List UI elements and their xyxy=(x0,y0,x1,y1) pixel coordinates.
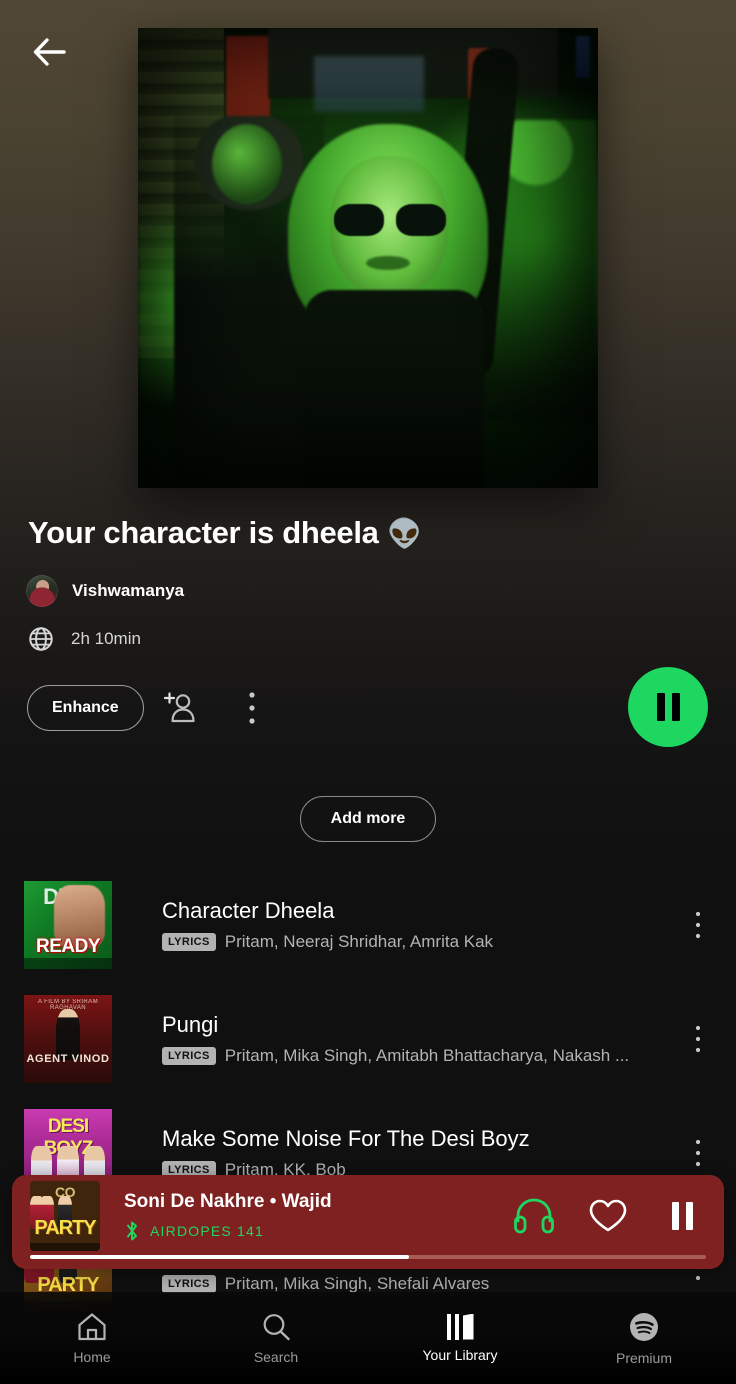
lyrics-badge: LYRICS xyxy=(162,1275,216,1294)
home-icon xyxy=(78,1312,106,1340)
playlist-meta-row: 2h 10min xyxy=(27,625,141,653)
now-playing-device[interactable]: AIRDOPES 141 xyxy=(124,1220,498,1242)
nav-label: Your Library xyxy=(422,1346,498,1363)
bluetooth-icon xyxy=(127,1221,137,1240)
nav-label: Premium xyxy=(615,1349,672,1366)
pause-icon-bar-left xyxy=(656,693,665,721)
owner-name: Vishwamanya xyxy=(72,581,185,600)
now-playing-text: Soni De Nakhre • Wajid AIRDOPES 141 xyxy=(124,1191,498,1242)
track-more-button[interactable] xyxy=(678,1123,718,1183)
add-more-row: Add more xyxy=(0,796,736,842)
device-name: AIRDOPES 141 xyxy=(150,1222,264,1239)
track-title: Pungi xyxy=(162,1011,219,1037)
track-more-button[interactable] xyxy=(678,895,718,955)
playlist-cover-art xyxy=(138,28,598,488)
headphones-icon xyxy=(514,1198,554,1234)
track-album-art: DIKA READY xyxy=(24,881,112,969)
track-subtitle: LYRICS Pritam, Mika Singh, Amitabh Bhatt… xyxy=(162,1046,678,1066)
track-title: Make Some Noise For The Desi Boyz xyxy=(162,1125,530,1151)
more-options-icon xyxy=(695,1139,701,1167)
owner-avatar xyxy=(26,575,58,607)
add-more-button[interactable]: Add more xyxy=(299,796,437,842)
track-artists: Pritam, Mika Singh, Amitabh Bhattacharya… xyxy=(224,1046,630,1066)
playlist-more-button[interactable] xyxy=(216,681,288,735)
spotify-logo-icon xyxy=(630,1312,658,1341)
album-art-bottom-text: READY xyxy=(35,936,101,958)
track-info: Pungi LYRICS Pritam, Mika Singh, Amitabh… xyxy=(162,1012,678,1066)
add-people-button[interactable] xyxy=(144,681,216,735)
connect-device-button[interactable] xyxy=(512,1194,556,1238)
track-album-art: A FILM BY SRIRAM RAGHAVAN AGENT VINOD xyxy=(24,995,112,1083)
enhance-button[interactable]: Enhance xyxy=(27,685,144,731)
like-button[interactable] xyxy=(586,1194,630,1238)
library-icon xyxy=(446,1313,474,1340)
now-playing-controls xyxy=(512,1194,704,1238)
playlist-duration: 2h 10min xyxy=(71,629,141,648)
nav-item-premium[interactable]: Premium xyxy=(552,1292,736,1384)
spotify-playlist-screen: Your character is dheela 👽 Vishwamanya 2… xyxy=(0,0,736,1384)
playlist-owner-row[interactable]: Vishwamanya xyxy=(26,575,184,607)
pause-icon-bar-right xyxy=(685,1202,693,1230)
more-options-icon xyxy=(249,692,255,724)
track-subtitle: LYRICS Pritam, Neeraj Shridhar, Amrita K… xyxy=(162,932,678,952)
nav-item-search[interactable]: Search xyxy=(184,1292,368,1384)
alien-emoji-icon: 👽 xyxy=(386,518,422,549)
more-options-icon xyxy=(695,911,701,939)
back-arrow-icon xyxy=(33,38,66,66)
track-info: Character Dheela LYRICS Pritam, Neeraj S… xyxy=(162,898,678,952)
nav-label: Search xyxy=(253,1348,299,1365)
globe-icon xyxy=(29,627,53,651)
lyrics-badge: LYRICS xyxy=(162,1047,216,1066)
play-pause-button[interactable] xyxy=(628,667,708,747)
track-info: Make Some Noise For The Desi Boyz LYRICS… xyxy=(162,1126,678,1180)
now-playing-bar[interactable]: CO PARTY Soni De Nakhre • Wajid AIRDOPES… xyxy=(12,1175,724,1269)
pause-icon-bar-right xyxy=(671,693,680,721)
playback-progress-bar[interactable] xyxy=(30,1255,706,1259)
bottom-navigation: Home Search Your Library Premium xyxy=(0,1292,736,1384)
search-icon xyxy=(263,1313,290,1340)
track-artists: Pritam, Neeraj Shridhar, Amrita Kak xyxy=(224,932,494,952)
heart-outline-icon xyxy=(589,1199,627,1232)
more-options-icon xyxy=(695,1025,701,1053)
track-row[interactable]: DIKA READY Character Dheela LYRICS Prita… xyxy=(0,868,736,982)
track-title: Character Dheela xyxy=(162,897,335,923)
track-row[interactable]: A FILM BY SRIRAM RAGHAVAN AGENT VINOD Pu… xyxy=(0,982,736,1096)
pause-icon-bar-left xyxy=(671,1202,679,1230)
playlist-actions: Enhance xyxy=(27,681,288,735)
nav-item-home[interactable]: Home xyxy=(0,1292,184,1384)
add-person-icon xyxy=(163,692,195,723)
nav-item-your-library[interactable]: Your Library xyxy=(368,1292,552,1384)
now-playing-album-art: CO PARTY xyxy=(30,1181,100,1251)
playlist-title-text: Your character is dheela xyxy=(28,515,379,550)
album-art-bottom-text: AGENT VINOD xyxy=(26,1053,110,1066)
back-button[interactable] xyxy=(22,24,78,80)
playback-progress-fill xyxy=(30,1255,409,1259)
now-playing-pause-button[interactable] xyxy=(660,1194,704,1238)
now-playing-title: Soni De Nakhre • Wajid xyxy=(124,1190,332,1212)
album-art-bottom-text: PARTY xyxy=(34,1216,96,1239)
playlist-title: Your character is dheela 👽 xyxy=(28,515,688,550)
nav-label: Home xyxy=(73,1348,111,1365)
lyrics-badge: LYRICS xyxy=(162,933,216,952)
track-more-button[interactable] xyxy=(678,1009,718,1069)
